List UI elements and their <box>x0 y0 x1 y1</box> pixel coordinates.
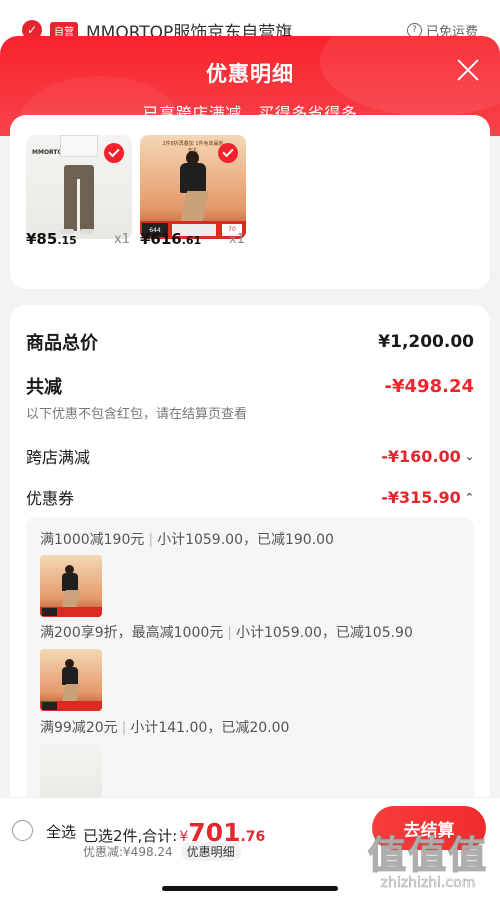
total-reduce-label: 共减 <box>26 377 62 398</box>
product-item-jacket[interactable]: 2件8折再叠加 1件免单赢新年礼 64470 <box>140 135 246 239</box>
total-reduce-value: -¥498.24 <box>384 375 474 397</box>
close-icon[interactable] <box>456 58 480 82</box>
coupon-row[interactable]: 优惠券 -¥315.90 ⌃ <box>26 485 474 509</box>
cross-store-value[interactable]: -¥160.00 ⌄ <box>381 447 474 466</box>
discount-detail-button[interactable]: 优惠明细 <box>180 842 241 861</box>
cross-store-row[interactable]: 跨店满减 -¥160.00 ⌄ <box>26 444 474 468</box>
checked-icon[interactable] <box>218 143 238 163</box>
select-all-radio[interactable] <box>12 820 33 841</box>
coupon-product-thumb <box>40 743 102 805</box>
coupon-rule-line: 满99减20元 | 小计141.00，已减20.00 <box>40 720 290 736</box>
coupon-value[interactable]: -¥315.90 ⌃ <box>381 488 474 507</box>
home-indicator[interactable] <box>162 886 338 891</box>
product-image[interactable]: 2件8折再叠加 1件免单赢新年礼 64470 <box>140 135 246 239</box>
product-qty: x1 <box>114 232 130 247</box>
chevron-up-icon: ⌃ <box>464 490 474 504</box>
coupon-rule-line: 满200享9折，最高减1000元 | 小计1059.00，已减105.90 <box>40 625 413 641</box>
products-card: MMORTOP ¥85.15 x1 2件8折再叠加 1件免单赢新年礼 64470… <box>10 115 490 289</box>
select-all-label[interactable]: 全选 <box>46 821 76 842</box>
total-price-value: ¥1,200.00 <box>378 332 474 352</box>
coupon-product-thumb <box>40 649 102 711</box>
reduce-note: 以下优惠不包含红包，请在结算页查看 <box>26 407 248 422</box>
watermark: 值值值 zhizhizhi.com <box>367 824 488 892</box>
product-item-pants[interactable]: MMORTOP <box>26 135 132 239</box>
cross-store-label: 跨店满减 <box>26 448 91 467</box>
product-price: ¥616.61 <box>140 230 202 248</box>
watermark-logo: 值值值 <box>367 832 488 878</box>
sheet-title: 优惠明细 <box>206 62 294 86</box>
checked-icon[interactable] <box>104 143 124 163</box>
coupon-rule-line: 满1000减190元 | 小计1059.00，已减190.00 <box>40 532 334 548</box>
total-reduce-row: 共减 -¥498.24 <box>26 373 474 399</box>
price-summary-card: 商品总价 ¥1,200.00 共减 -¥498.24 以下优惠不包含红包，请在结… <box>10 305 490 847</box>
coupon-label: 优惠券 <box>26 489 75 508</box>
product-price: ¥85.15 <box>26 230 77 248</box>
total-price-label: 商品总价 <box>26 333 98 354</box>
total-price-row: 商品总价 ¥1,200.00 <box>26 329 474 355</box>
watermark-url: zhizhizhi.com <box>380 875 476 892</box>
discount-summary: 优惠减:¥498.24 优惠明细 <box>83 842 241 861</box>
chevron-down-icon: ⌄ <box>464 449 474 463</box>
product-qty: x1 <box>229 232 245 247</box>
product-image[interactable]: MMORTOP <box>26 135 132 239</box>
coupon-product-thumb <box>40 555 102 617</box>
